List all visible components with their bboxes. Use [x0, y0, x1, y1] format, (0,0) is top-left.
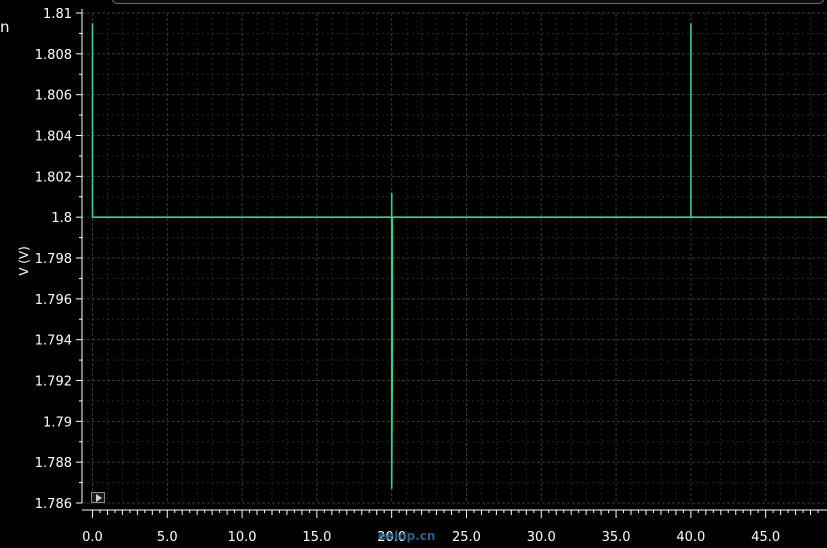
panel-edge-label: n — [0, 18, 10, 36]
y-axis-label: V (V) — [17, 246, 31, 276]
y-tick-label: 1.786 — [35, 497, 72, 512]
y-tick-label: 1.788 — [35, 456, 72, 471]
y-tick-label: 1.79 — [43, 415, 72, 430]
x-tick-label: 35.0 — [602, 530, 631, 545]
y-tick-label: 1.798 — [35, 252, 72, 267]
x-tick-label: 15.0 — [302, 530, 331, 545]
y-tick-label: 1.802 — [35, 170, 72, 185]
y-tick-label: 1.804 — [35, 130, 72, 145]
y-tick-label: 1.8 — [51, 211, 72, 226]
x-tick-label: 0.0 — [82, 530, 103, 545]
x-tick-label: 5.0 — [157, 530, 178, 545]
voltage-trace — [91, 23, 827, 489]
y-tick-label: 1.806 — [35, 89, 72, 104]
x-tick-label: 10.0 — [228, 530, 257, 545]
y-tick-label: 1.81 — [43, 7, 72, 22]
x-tick-label: 40.0 — [676, 530, 705, 545]
horizontal-scrollbar[interactable] — [112, 0, 824, 4]
play-icon[interactable] — [91, 492, 105, 503]
y-tick-label: 1.792 — [35, 375, 72, 390]
y-tick-label: 1.794 — [35, 334, 72, 349]
x-tick-label: 45.0 — [751, 530, 780, 545]
y-tick-label: 1.796 — [35, 293, 72, 308]
watermark-text: eelop.cn — [378, 529, 436, 543]
x-tick-label: 25.0 — [452, 530, 481, 545]
voltage-plot: 1.786 1.788 1.79 1.792 1.794 1.796 1.798 1.8 1.8… — [17, 7, 827, 545]
x-tick-label: 30.0 — [527, 530, 556, 545]
y-tick-label: 1.808 — [35, 48, 72, 63]
